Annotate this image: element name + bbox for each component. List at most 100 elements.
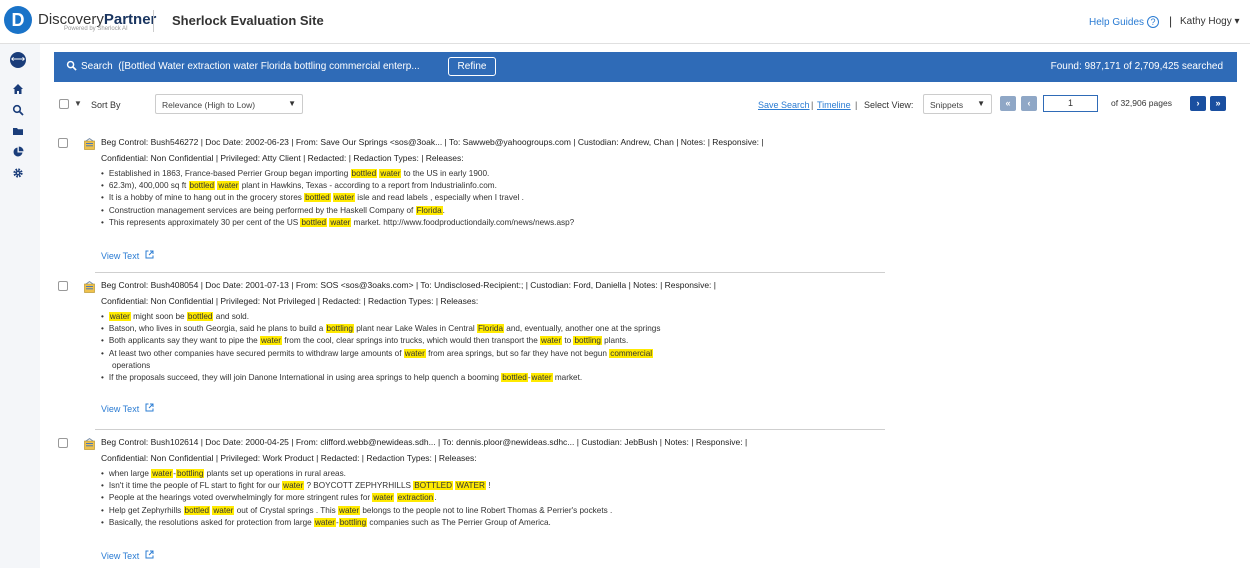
external-link-icon (145, 250, 154, 261)
snippet-item: It is a hobby of mine to hang out in the… (101, 193, 524, 203)
select-options-chevron-down-icon[interactable]: ▼ (74, 99, 82, 108)
search-hit-highlight: bottled (188, 181, 216, 191)
document-select-checkbox[interactable] (58, 281, 68, 291)
email-document-icon[interactable] (84, 280, 95, 293)
snippet-text: At least two other companies have secure… (108, 348, 404, 358)
document-metadata-line1: Beg Control: Bush408054 | Doc Date: 2001… (101, 280, 716, 290)
search-hit-highlight: water (282, 481, 305, 491)
search-hit-highlight: bottling (175, 469, 205, 478)
search-hit-highlight: bottling (338, 517, 368, 527)
search-hit-highlight: water (403, 348, 426, 358)
snippet-text: ? BOYCOTT ZEPHYRHILLS (304, 481, 414, 491)
previous-page-button[interactable]: ‹ (1021, 96, 1037, 111)
search-hit-highlight: water (530, 373, 553, 382)
search-label: Search (81, 61, 113, 72)
search-hit-highlight: water (379, 169, 402, 178)
select-all-checkbox[interactable] (59, 99, 69, 109)
help-guides-label: Help Guides (1089, 17, 1145, 28)
home-icon[interactable] (12, 83, 24, 95)
results-toolbar: ▼ Sort By Relevance (High to Low) ▼ Save… (54, 92, 1237, 116)
chevron-down-icon: ▼ (288, 99, 296, 108)
document-select-checkbox[interactable] (58, 438, 68, 448)
view-select[interactable]: Snippets ▼ (923, 94, 992, 114)
snippet-text: If the proposals succeed, they will join… (108, 373, 502, 382)
snippet-text: plants set up operations in rural areas. (204, 469, 346, 478)
email-document-icon[interactable] (84, 437, 95, 450)
save-search-link[interactable]: Save Search (758, 100, 810, 110)
view-text-label: View Text (101, 551, 140, 561)
toolbar-separator: | (855, 100, 858, 110)
snippet-text: from area springs, but so far they have … (425, 348, 610, 358)
logo-tagline: Powered by Sherlock AI (64, 26, 128, 32)
snippet-text: market. http://www.foodproductiondaily.c… (351, 217, 575, 227)
site-title: Sherlock Evaluation Site (172, 13, 324, 28)
search-summary-banner: Search ([Bottled Water extraction water … (54, 52, 1237, 82)
result-divider (95, 429, 885, 430)
snippet-text: . (442, 205, 445, 215)
help-guides-link[interactable]: Help Guides? (1089, 16, 1160, 28)
search-hit-highlight: water (540, 336, 563, 346)
refine-button[interactable]: Refine (448, 57, 496, 76)
page-number-input[interactable]: 1 (1043, 95, 1098, 112)
view-text-link[interactable]: View Text (101, 403, 154, 414)
snippet-text: and sold. (213, 312, 249, 321)
snippet-text: Basically, the resolutions asked for pro… (108, 517, 314, 527)
search-hit-highlight: water (217, 181, 240, 191)
page-total-label: of 32,906 pages (1111, 98, 1172, 108)
snippet-text: 62.3m), 400,000 sq ft (108, 181, 189, 191)
snippet-item: Batson, who lives in south Georgia, said… (101, 324, 660, 334)
chevron-down-icon: ▼ (977, 99, 985, 108)
email-document-icon[interactable] (84, 137, 95, 150)
search-hit-highlight: extraction (396, 493, 435, 503)
snippet-text: when large (108, 469, 152, 478)
user-menu[interactable]: Kathy Hogy ▾ (1180, 16, 1240, 27)
search-hit-highlight: commercial (609, 348, 654, 358)
snippet-text: This represents approximately 30 per cen… (108, 217, 301, 227)
snippet-text: to the US in early 1900. (401, 169, 490, 178)
search-hit-highlight: bottled (350, 169, 378, 178)
search-hit-highlight: water (333, 193, 356, 203)
view-text-link[interactable]: View Text (101, 250, 154, 261)
snippet-item: Basically, the resolutions asked for pro… (101, 517, 551, 527)
snippet-text: plant in Hawkins, Texas - according to a… (239, 181, 497, 191)
view-text-label: View Text (101, 404, 140, 414)
pie-chart-icon[interactable] (12, 146, 24, 158)
last-page-button[interactable]: » (1210, 96, 1226, 111)
snippet-item: Isn't it time the people of FL start to … (101, 481, 491, 491)
snippet-text: might soon be (130, 312, 187, 321)
search-hit-highlight: water (329, 217, 352, 227)
sort-select[interactable]: Relevance (High to Low) ▼ (155, 94, 303, 114)
search-hit-highlight: water (212, 505, 235, 515)
snippet-text: to (562, 336, 574, 346)
snippet-text: . (434, 493, 437, 503)
expand-collapse-icon[interactable]: ⟷ (10, 52, 26, 68)
snippet-text: plant near Lake Wales in Central (353, 324, 477, 334)
snippet-text: People at the hearings voted overwhelmin… (108, 493, 373, 503)
next-page-button[interactable]: › (1190, 96, 1206, 111)
view-text-link[interactable]: View Text (101, 550, 154, 561)
search-hit-highlight: bottled (300, 217, 328, 227)
result-divider (95, 272, 885, 273)
document-select-checkbox[interactable] (58, 138, 68, 148)
help-circle-icon: ? (1147, 16, 1160, 28)
snippet-item: water might soon be bottled and sold. (101, 312, 249, 321)
snippet-item: At least two other companies have secure… (101, 348, 654, 358)
snippet-text: It is a hobby of mine to hang out in the… (108, 193, 305, 203)
discovery-partner-logo-icon[interactable]: D (4, 6, 32, 34)
search-hit-highlight: bottling (325, 324, 354, 334)
snippet-text: Help get Zephyrhills (108, 505, 184, 515)
snippet-text: companies such as The Perrier Group of A… (367, 517, 551, 527)
search-hit-highlight: BOTTLED (413, 481, 453, 491)
search-icon[interactable] (12, 104, 24, 116)
first-page-button[interactable]: « (1000, 96, 1016, 111)
search-hit-highlight: Florida (415, 205, 443, 215)
top-header: D DiscoveryPartner Powered by Sherlock A… (0, 0, 1250, 44)
gear-icon[interactable] (12, 167, 24, 179)
snippet-text: Construction management services are bei… (108, 205, 416, 215)
snippet-text: Established in 1863, France-based Perrie… (108, 169, 351, 178)
timeline-link[interactable]: Timeline (817, 100, 851, 110)
snippet-text: market. (552, 373, 583, 382)
snippet-text: operations (112, 360, 151, 370)
folder-icon[interactable] (12, 125, 24, 137)
found-count: Found: 987,171 of 2,709,425 searched (1050, 61, 1223, 72)
